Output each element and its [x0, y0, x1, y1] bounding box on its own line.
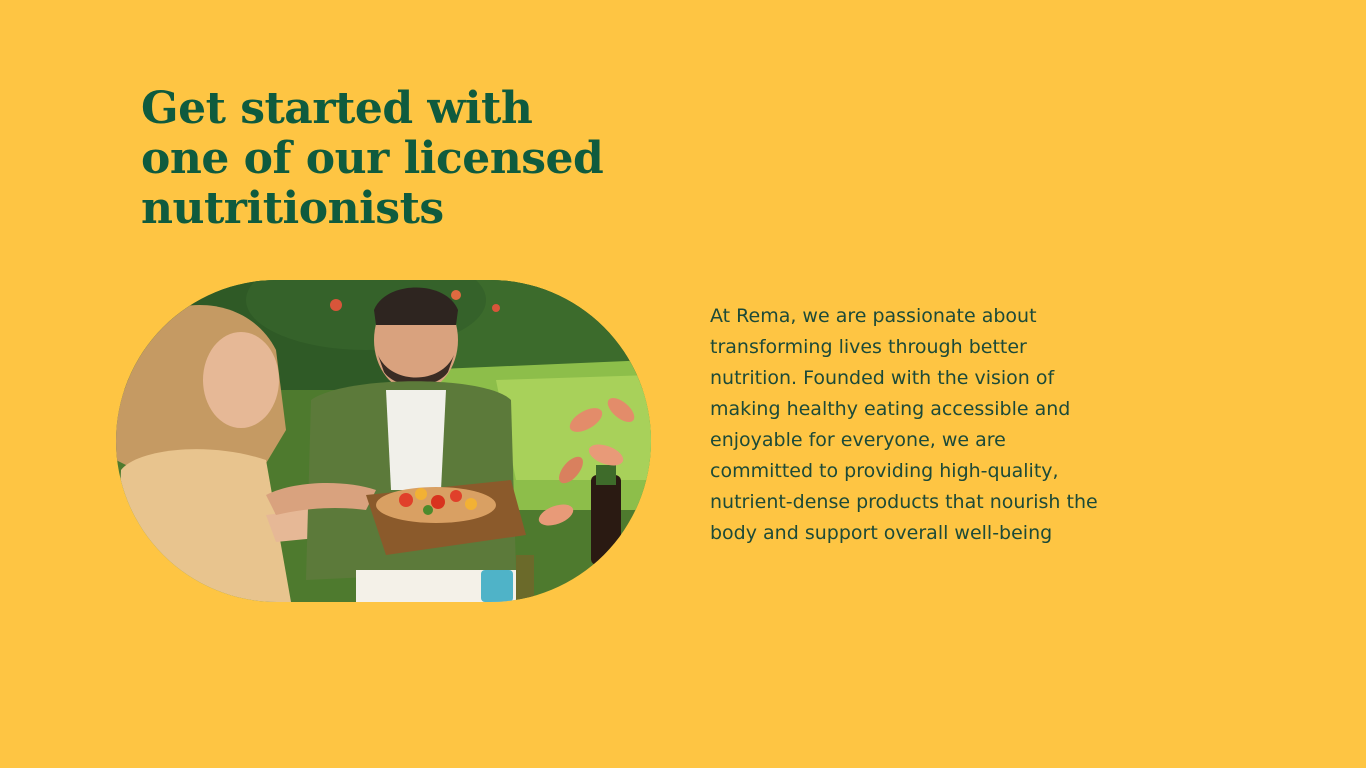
about-line: transforming lives through better [710, 336, 1027, 358]
about-line: body and support overall well-being [710, 522, 1053, 544]
about-line: nutrition. Founded with the vision of [710, 367, 1055, 389]
about-paragraph: At Rema, we are passionate about transfo… [710, 301, 1180, 549]
about-line: nutrient-dense products that nourish the [710, 491, 1098, 513]
page-title-line-1: Get started with [141, 83, 533, 134]
dining-photo [116, 280, 651, 602]
about-line: committed to providing high-quality, [710, 460, 1059, 482]
page-title-line-3: nutritionists [141, 183, 444, 234]
about-line: enjoyable for everyone, we are [710, 429, 1006, 451]
page-title-line-2: one of our licensed [141, 133, 604, 184]
about-line: making healthy eating accessible and [710, 398, 1071, 420]
page-title: Get started with one of our licensed nut… [141, 84, 661, 234]
about-line: At Rema, we are passionate about [710, 305, 1037, 327]
dining-photo-illustration [116, 280, 651, 602]
